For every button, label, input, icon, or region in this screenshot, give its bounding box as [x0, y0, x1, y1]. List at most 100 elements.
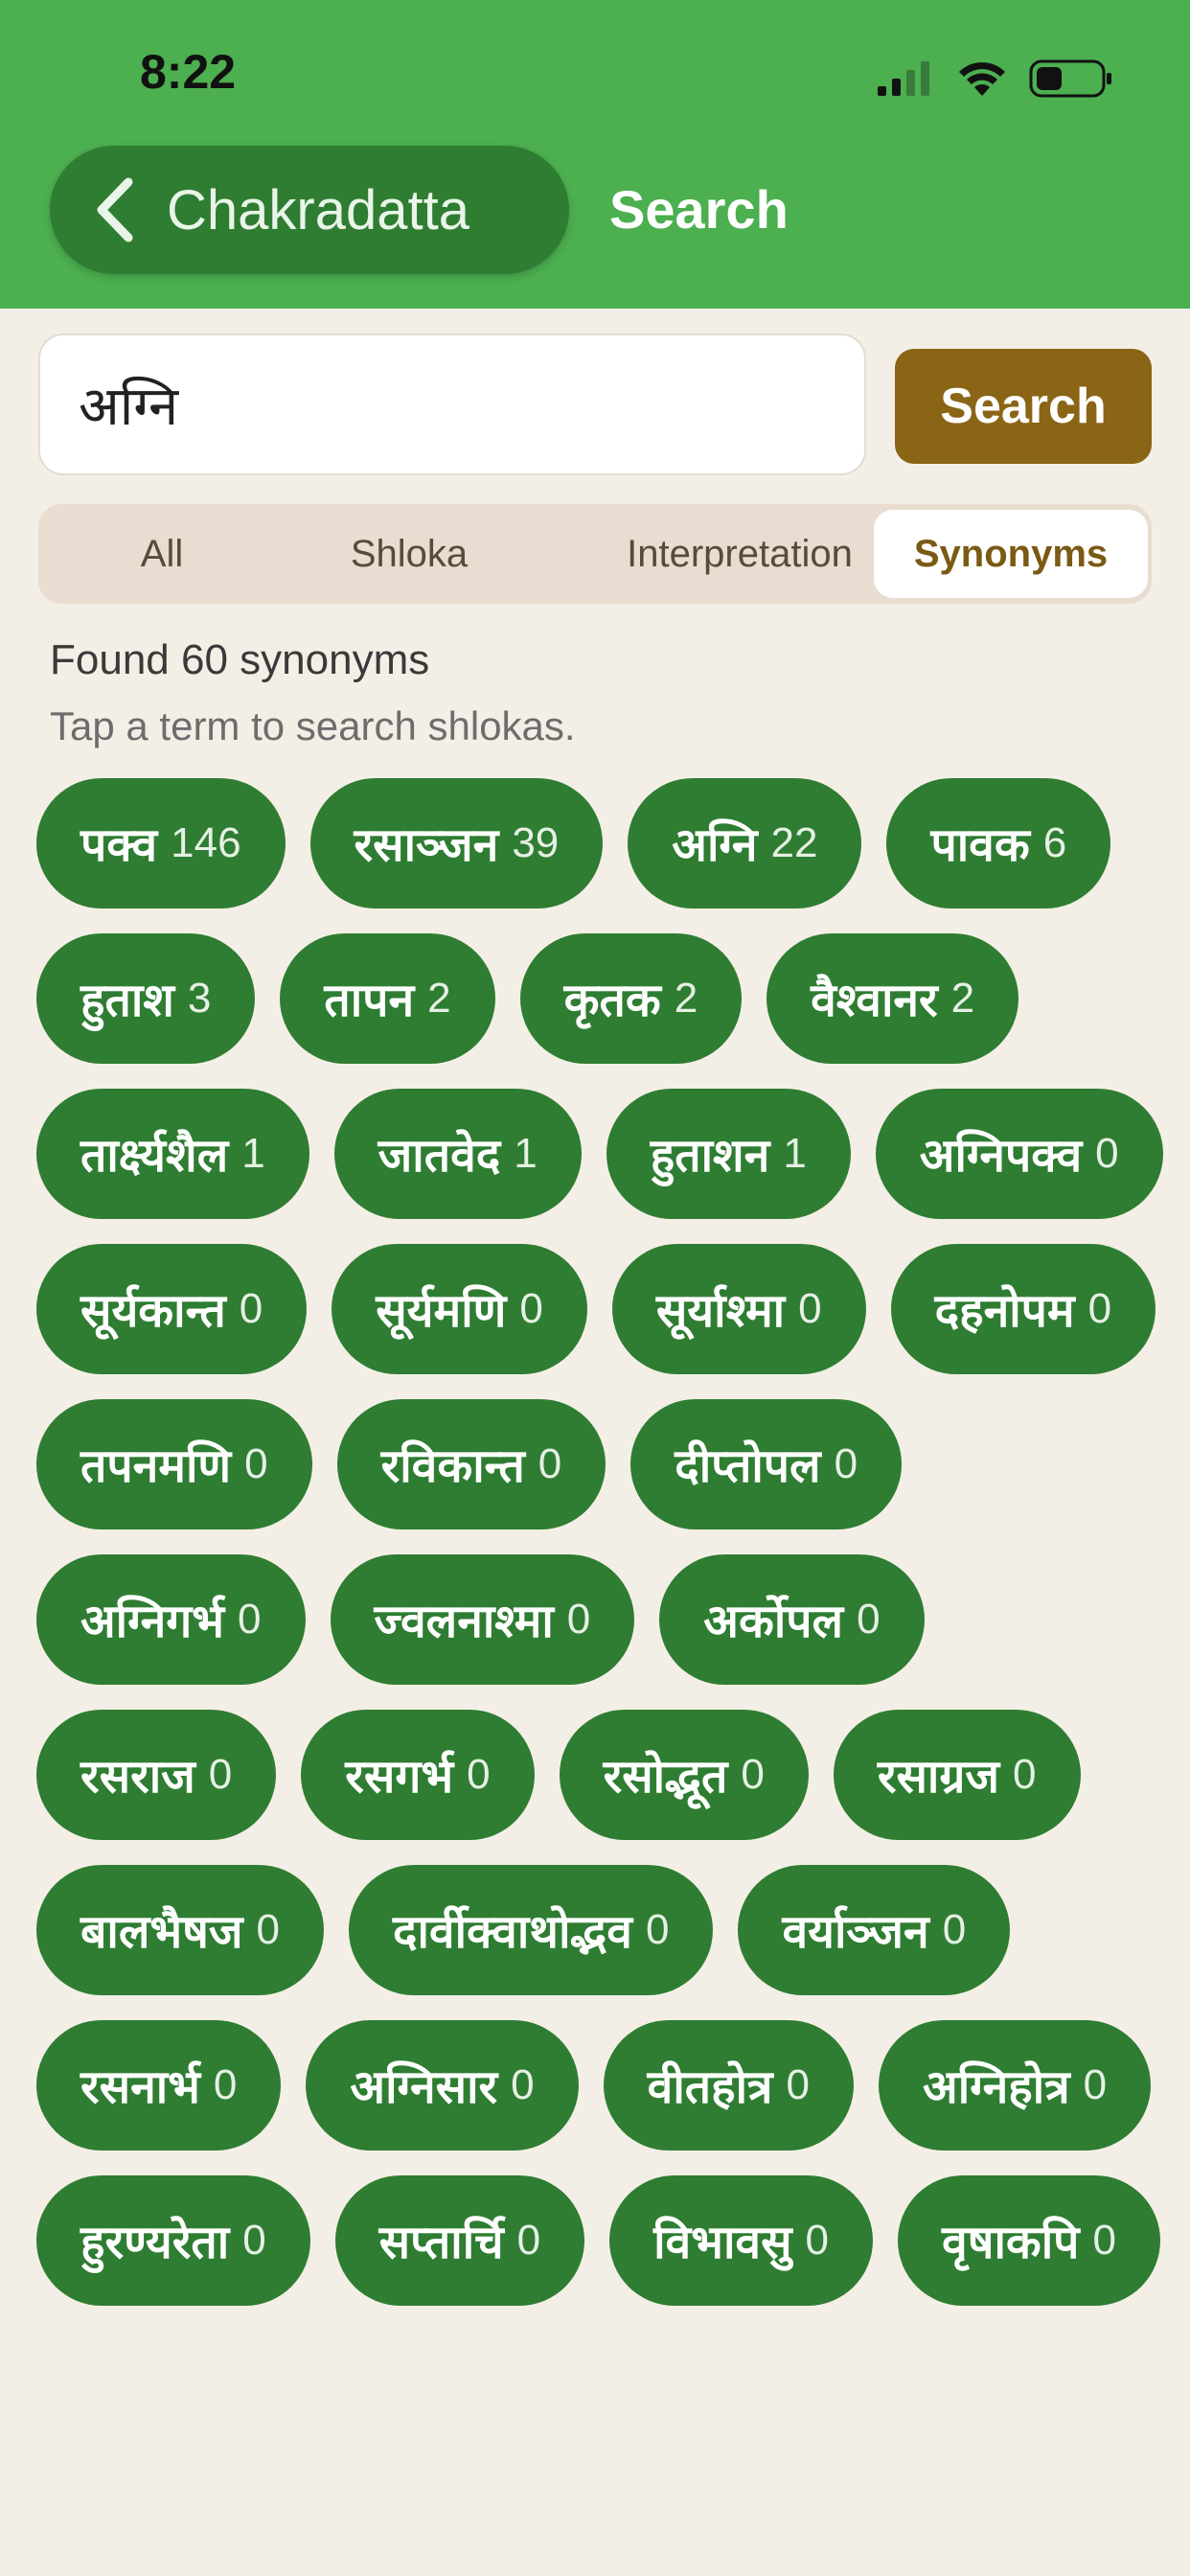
synonym-term: हुरण्यरेता [80, 2215, 230, 2269]
synonym-term: रसाञ्जन [354, 817, 499, 872]
cellular-signal-icon [878, 61, 929, 96]
back-button[interactable]: Chakradatta [50, 146, 569, 274]
synonym-chip[interactable]: ज्वलनाश्मा 0 [330, 1554, 635, 1685]
synonym-term: बालभैषज [80, 1904, 243, 1959]
tab-shloka[interactable]: Shloka [286, 504, 533, 604]
synonym-chip[interactable]: रसराज 0 [36, 1710, 277, 1840]
synonym-count: 0 [244, 1440, 268, 1487]
status-time: 8:22 [140, 45, 237, 99]
synonym-term: अग्निसार [350, 2059, 498, 2114]
wifi-icon [959, 62, 1005, 96]
synonym-chip[interactable]: रसनार्भ 0 [36, 2020, 282, 2150]
results-hint: Tap a term to search shlokas. [50, 703, 576, 748]
synonym-count: 0 [805, 2217, 830, 2264]
synonym-term: अग्निगर्भ [80, 1594, 225, 1648]
synonym-term: सप्तार्चि [378, 2215, 504, 2269]
synonym-term: दार्वीक्वाथोद्भव [392, 1904, 632, 1959]
synonym-count: 0 [942, 1906, 967, 1953]
synonym-chip[interactable]: वर्याञ्जन 0 [738, 1865, 1011, 1995]
tab-synonyms[interactable]: Synonyms [874, 510, 1148, 598]
synonym-term: अग्निहोत्र [923, 2059, 1070, 2114]
synonym-count: 0 [645, 1906, 670, 1953]
search-button[interactable]: Search [895, 349, 1152, 464]
synonym-term: रसगर्भ [345, 1749, 454, 1804]
search-input[interactable]: अग्नि [38, 334, 866, 475]
synonym-term: रसनार्भ [80, 2059, 200, 2114]
synonym-chip[interactable]: पक्व 146 [36, 778, 286, 908]
synonym-term: कृतक [563, 973, 661, 1027]
synonym-term: सूर्याश्मा [655, 1283, 786, 1338]
synonym-chip[interactable]: रसाञ्जन 39 [309, 778, 604, 908]
synonym-term: वर्याञ्जन [782, 1904, 929, 1959]
synonym-chip[interactable]: बालभैषज 0 [36, 1865, 324, 1995]
synonym-chip[interactable]: तपनमणि 0 [36, 1399, 312, 1530]
status-icons [876, 58, 1113, 100]
synonym-chip[interactable]: अग्नि 22 [628, 778, 862, 908]
synonym-term: तपनमणि [80, 1438, 232, 1493]
synonym-chip[interactable]: अग्निपक्व 0 [875, 1089, 1163, 1219]
synonym-count: 0 [239, 1285, 263, 1332]
synonym-term: अर्कोपल [703, 1594, 844, 1648]
synonym-count: 6 [1042, 819, 1067, 866]
synonym-chip[interactable]: पावक 6 [886, 778, 1111, 908]
synonym-chip[interactable]: रविकान्त 0 [336, 1399, 606, 1530]
synonym-count: 0 [1087, 1285, 1112, 1332]
synonym-count: 2 [427, 975, 451, 1022]
synonym-term: विभावसु [653, 2215, 792, 2269]
chevron-left-icon [97, 177, 133, 242]
synonym-count: 1 [241, 1130, 265, 1177]
synonym-count: 0 [1092, 2217, 1116, 2264]
synonym-count: 0 [519, 1285, 543, 1332]
synonym-term: पक्व [80, 817, 158, 872]
synonym-chip[interactable]: अर्कोपल 0 [659, 1554, 925, 1685]
synonym-chip[interactable]: तापन 2 [280, 933, 495, 1064]
synonym-chip[interactable]: हुताश 3 [36, 933, 256, 1064]
synonym-term: अग्निपक्व [919, 1128, 1083, 1183]
synonym-count: 39 [512, 819, 560, 866]
synonym-count: 0 [798, 1285, 822, 1332]
synonym-term: पावक [930, 817, 1030, 872]
tab-all[interactable]: All [38, 504, 286, 604]
synonym-chip[interactable]: सूर्यकान्त 0 [36, 1244, 308, 1374]
synonym-chip[interactable]: अग्निगर्भ 0 [36, 1554, 306, 1685]
synonym-count: 0 [538, 1440, 562, 1487]
synonym-count: 0 [834, 1440, 858, 1487]
synonym-chip[interactable]: दीप्तोपल 0 [630, 1399, 903, 1530]
synonym-term: वृषाकपि [942, 2215, 1080, 2269]
results-count: Found 60 synonyms [50, 636, 430, 683]
synonym-chip[interactable]: दहनोपम 0 [890, 1244, 1156, 1374]
synonym-chip[interactable]: वैश्वानर 2 [767, 933, 1019, 1064]
synonym-chip[interactable]: विभावसु 0 [609, 2175, 874, 2306]
synonym-count: 146 [171, 819, 241, 866]
synonym-chip[interactable]: अग्निहोत्र 0 [879, 2020, 1152, 2150]
synonym-chip[interactable]: सूर्यमणि 0 [332, 1244, 587, 1374]
synonym-chip[interactable]: दार्वीक्वाथोद्भव 0 [348, 1865, 714, 1995]
synonym-count: 0 [1095, 1130, 1119, 1177]
synonym-chip[interactable]: जातवेद 1 [333, 1089, 582, 1219]
synonym-chip[interactable]: अग्निसार 0 [306, 2020, 579, 2150]
synonym-count: 1 [514, 1130, 538, 1177]
synonym-chip[interactable]: हुरण्यरेता 0 [36, 2175, 310, 2306]
synonym-term: जातवेद [378, 1128, 501, 1183]
synonym-chip[interactable]: रसाग्रज 0 [833, 1710, 1081, 1840]
synonym-term: वीतहोत्र [647, 2059, 773, 2114]
synonym-chip[interactable]: कृतक 2 [519, 933, 743, 1064]
synonym-chip[interactable]: सप्तार्चि 0 [334, 2175, 585, 2306]
synonym-count: 0 [786, 2061, 811, 2108]
synonym-count: 0 [1013, 1751, 1037, 1798]
synonym-count: 0 [857, 1596, 881, 1643]
synonym-term: दीप्तोपल [675, 1438, 821, 1493]
synonym-count: 0 [208, 1751, 233, 1798]
tab-interpretation[interactable]: Interpretation [596, 504, 883, 604]
synonym-chip[interactable]: रसोद्भूत 0 [559, 1710, 809, 1840]
synonym-count: 0 [511, 2061, 535, 2108]
synonym-term: अग्नि [672, 817, 758, 872]
synonym-count: 2 [674, 975, 698, 1022]
synonym-chip[interactable]: वृषाकपि 0 [898, 2175, 1160, 2306]
synonym-chip[interactable]: सूर्याश्मा 0 [611, 1244, 866, 1374]
synonym-chip[interactable]: हुताशन 1 [606, 1089, 851, 1219]
synonym-chip[interactable]: तार्क्ष्यशैल 1 [36, 1089, 309, 1219]
synonym-chip[interactable]: रसगर्भ 0 [301, 1710, 535, 1840]
synonym-chip[interactable]: वीतहोत्र 0 [603, 2020, 855, 2150]
synonym-term: तार्क्ष्यशैल [80, 1128, 229, 1183]
